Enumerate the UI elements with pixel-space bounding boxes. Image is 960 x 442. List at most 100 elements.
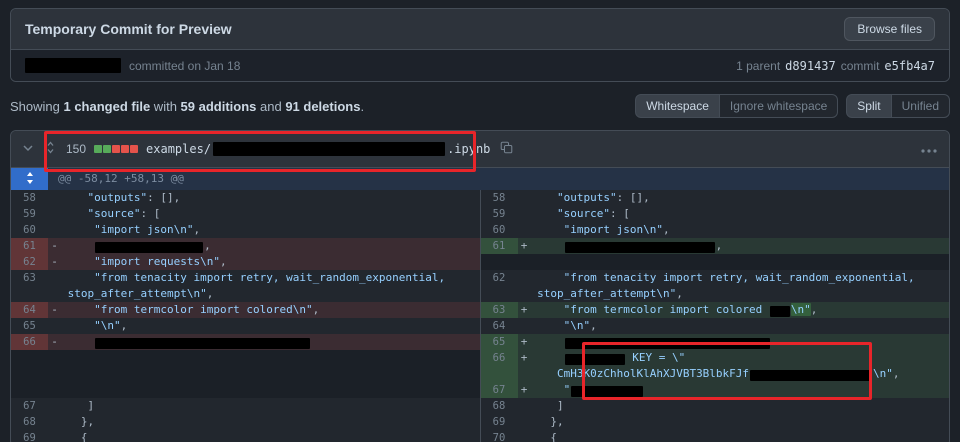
diff-right-side: CmH3K0zChholKlAhXJVBT3BlbkFJf\n",: [480, 366, 950, 382]
diff-line-number[interactable]: 68: [11, 414, 48, 430]
whitespace-button[interactable]: Whitespace: [635, 94, 720, 118]
author-redaction: [25, 58, 121, 73]
diff-row: 67 ]68 ]: [11, 398, 949, 414]
diff-line-number[interactable]: 66: [481, 350, 518, 366]
diff-left-side: 66-: [11, 334, 480, 350]
diff-sign: +: [518, 382, 531, 398]
diff-left-side: [11, 366, 480, 382]
code-text: CmH3K0zChholKlAhXJVBT3BlbkFJf: [531, 367, 750, 380]
diffstat-square-del: [112, 145, 120, 153]
diff-line-number[interactable]: 66: [11, 334, 48, 350]
diff-line-number[interactable]: 63: [11, 270, 48, 286]
diff-code-cell: [48, 350, 480, 366]
unified-view-button[interactable]: Unified: [891, 94, 950, 118]
diff-code-cell: - "import requests\n",: [48, 254, 480, 270]
diff-sign: -: [48, 302, 61, 318]
diff-sign: [518, 286, 531, 302]
code-text: [61, 335, 94, 348]
diff-sign: [48, 430, 61, 442]
diff-line-number[interactable]: 62: [481, 270, 518, 286]
split-view-button[interactable]: Split: [846, 94, 891, 118]
diff-line-number[interactable]: 58: [11, 190, 48, 206]
diff-line-number[interactable]: 59: [481, 206, 518, 222]
diff-line-number[interactable]: 67: [481, 382, 518, 398]
diff-sign: [518, 206, 531, 222]
diff-code-cell: "from tenacity import retry, wait_random…: [518, 270, 950, 286]
diff-left-side: 65 "\n",: [11, 318, 480, 334]
diff-line-number[interactable]: 68: [481, 398, 518, 414]
diff-code-cell: "\n",: [518, 318, 950, 334]
diff-code-cell: [48, 366, 480, 382]
diff-line-number[interactable]: 62: [11, 254, 48, 270]
diff-code-cell: ]: [48, 398, 480, 414]
diff-line-number[interactable]: 61: [11, 238, 48, 254]
diff-row: 66- 65+: [11, 334, 949, 350]
collapse-file-button[interactable]: [21, 140, 35, 158]
diff-right-side: 68 ]: [480, 398, 950, 414]
code-text: },: [61, 415, 94, 428]
diff-line-number[interactable]: 61: [481, 238, 518, 254]
diff-row: CmH3K0zChholKlAhXJVBT3BlbkFJf\n",: [11, 366, 949, 382]
code-text: \n": [873, 367, 893, 380]
whitespace-toggle-group: Whitespace Ignore whitespace: [635, 94, 838, 118]
diff-right-side: 67+ ": [480, 382, 950, 398]
redaction-box: [565, 338, 770, 349]
ignore-whitespace-button[interactable]: Ignore whitespace: [719, 94, 838, 118]
code-text: "source": [531, 207, 610, 220]
code-text: [531, 239, 564, 252]
diff-line-number[interactable]: 59: [11, 206, 48, 222]
diff-sign: +: [518, 302, 531, 318]
diff-line-number[interactable]: 69: [481, 414, 518, 430]
diff-line-number: [481, 366, 518, 382]
diff-sign: [518, 430, 531, 442]
filename-redaction: [213, 142, 445, 156]
commit-title: Temporary Commit for Preview: [25, 21, 232, 37]
diff-row: 61- ,61+ ,: [11, 238, 949, 254]
code-text: ,: [220, 255, 227, 268]
diff-line-number: [11, 286, 48, 302]
diff-code-cell: + "from termcolor import colored \n",: [518, 302, 950, 318]
file-options-button[interactable]: [919, 140, 939, 158]
diff-line-number[interactable]: 65: [481, 334, 518, 350]
code-text: ": [531, 383, 571, 396]
commit-label: commit: [841, 59, 880, 73]
diff-sign: [48, 190, 61, 206]
redaction-box: [770, 306, 790, 317]
diff-line-number[interactable]: 69: [11, 430, 48, 442]
diff-line-number[interactable]: 60: [481, 222, 518, 238]
page-container: Temporary Commit for Preview Browse file…: [10, 8, 950, 442]
code-text: [531, 335, 564, 348]
diff-line-number[interactable]: 67: [11, 398, 48, 414]
unfold-icon: [25, 172, 35, 187]
diff-line-number[interactable]: 63: [481, 302, 518, 318]
diff-right-side: 65+: [480, 334, 950, 350]
diff-code-cell: - ,: [48, 238, 480, 254]
diff-code-cell: {: [48, 430, 480, 442]
diffstat-square-add: [94, 145, 102, 153]
diffstat-square-add: [103, 145, 111, 153]
diff-table: 58 "outputs": [],58 "outputs": [],59 "so…: [11, 190, 949, 442]
diff-code-cell: "import json\n",: [518, 222, 950, 238]
code-text: "from termcolor import colored\n": [61, 303, 313, 316]
code-text: ,: [204, 239, 211, 252]
diff-left-side: 63 "from tenacity import retry, wait_ran…: [11, 270, 480, 286]
copy-path-button[interactable]: [498, 139, 515, 159]
expand-hunk-button[interactable]: [11, 168, 48, 190]
redaction-box: [565, 242, 715, 253]
diff-line-number[interactable]: 60: [11, 222, 48, 238]
expand-collapse-button[interactable]: [43, 139, 58, 159]
diff-line-number[interactable]: 70: [481, 430, 518, 442]
diff-code-cell: stop_after_attempt\n",: [48, 286, 480, 302]
diff-row: 64- "from termcolor import colored\n",63…: [11, 302, 949, 318]
diff-line-number[interactable]: 58: [481, 190, 518, 206]
browse-files-button[interactable]: Browse files: [844, 17, 935, 41]
chevron-down-icon: [23, 142, 33, 156]
diff-line-number[interactable]: 64: [11, 302, 48, 318]
parent-sha-link[interactable]: d891437: [785, 59, 836, 73]
diff-line-number[interactable]: 65: [11, 318, 48, 334]
file-path[interactable]: examples/ .ipynb: [146, 142, 490, 156]
diff-left-side: 61- ,: [11, 238, 480, 254]
diff-line-number[interactable]: 64: [481, 318, 518, 334]
commit-meta-row: committed on Jan 18 1 parent d891437 com…: [11, 49, 949, 81]
code-text: "from tenacity import retry, wait_random…: [61, 271, 445, 284]
